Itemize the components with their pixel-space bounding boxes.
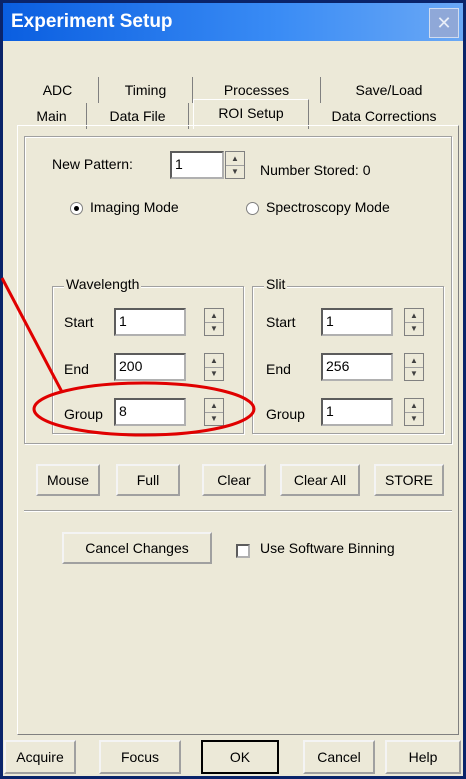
experiment-setup-window: Experiment Setup ✕ ADC Timing Processes … bbox=[0, 0, 466, 779]
wavelength-start-spinner[interactable]: ▲ ▼ bbox=[204, 308, 224, 336]
number-stored: Number Stored: 0 bbox=[260, 162, 371, 178]
wavelength-group-input[interactable]: 8 bbox=[114, 398, 186, 426]
slit-start-label: Start bbox=[266, 314, 296, 330]
slit-start-input[interactable]: 1 bbox=[321, 308, 393, 336]
wavelength-start-input[interactable]: 1 bbox=[114, 308, 186, 336]
help-button[interactable]: Help bbox=[385, 740, 461, 774]
imaging-mode-label: Imaging Mode bbox=[90, 199, 179, 215]
wavelength-group-spinner[interactable]: ▲ ▼ bbox=[204, 398, 224, 426]
ok-button[interactable]: OK bbox=[201, 740, 279, 774]
wavelength-end-input[interactable]: 200 bbox=[114, 353, 186, 381]
cancel-changes-button[interactable]: Cancel Changes bbox=[62, 532, 212, 564]
wavelength-end-spinner[interactable]: ▲ ▼ bbox=[204, 353, 224, 381]
clear-all-button[interactable]: Clear All bbox=[280, 464, 360, 496]
divider bbox=[24, 510, 452, 512]
use-software-binning-label: Use Software Binning bbox=[260, 540, 395, 556]
tab-save-load[interactable]: Save/Load bbox=[321, 77, 457, 103]
spectroscopy-mode-label: Spectroscopy Mode bbox=[266, 199, 390, 215]
close-icon[interactable]: ✕ bbox=[429, 8, 459, 38]
focus-button[interactable]: Focus bbox=[99, 740, 181, 774]
tab-timing[interactable]: Timing bbox=[99, 77, 193, 103]
slit-end-input[interactable]: 256 bbox=[321, 353, 393, 381]
slit-title: Slit bbox=[264, 276, 288, 292]
acquire-button[interactable]: Acquire bbox=[4, 740, 76, 774]
clear-button[interactable]: Clear bbox=[202, 464, 266, 496]
mouse-button[interactable]: Mouse bbox=[36, 464, 100, 496]
new-pattern-input[interactable]: 1 bbox=[170, 151, 224, 179]
tab-adc[interactable]: ADC bbox=[17, 77, 99, 103]
roi-setup-panel: New Pattern: 1 ▲ ▼ Number Stored: 0 Imagi… bbox=[17, 125, 459, 735]
slit-group-input[interactable]: 1 bbox=[321, 398, 393, 426]
slit-end-spinner[interactable]: ▲ ▼ bbox=[404, 353, 424, 381]
use-software-binning-checkbox[interactable] bbox=[236, 544, 250, 558]
wavelength-end-label: End bbox=[64, 361, 89, 377]
full-button[interactable]: Full bbox=[116, 464, 180, 496]
slit-group-label: Group bbox=[266, 406, 305, 422]
window-title: Experiment Setup bbox=[11, 11, 173, 32]
slit-group-spinner[interactable]: ▲ ▼ bbox=[404, 398, 424, 426]
title-bar[interactable]: Experiment Setup ✕ bbox=[3, 3, 463, 41]
wavelength-title: Wavelength bbox=[64, 276, 142, 292]
new-pattern-label: New Pattern: bbox=[52, 156, 133, 172]
cancel-button[interactable]: Cancel bbox=[303, 740, 375, 774]
spectroscopy-mode-radio[interactable] bbox=[246, 202, 259, 215]
wavelength-group-label: Group bbox=[64, 406, 103, 422]
store-button[interactable]: STORE bbox=[374, 464, 444, 496]
slit-end-label: End bbox=[266, 361, 291, 377]
imaging-mode-radio[interactable] bbox=[70, 202, 83, 215]
slit-start-spinner[interactable]: ▲ ▼ bbox=[404, 308, 424, 336]
wavelength-start-label: Start bbox=[64, 314, 94, 330]
new-pattern-spinner[interactable]: ▲ ▼ bbox=[225, 151, 245, 179]
